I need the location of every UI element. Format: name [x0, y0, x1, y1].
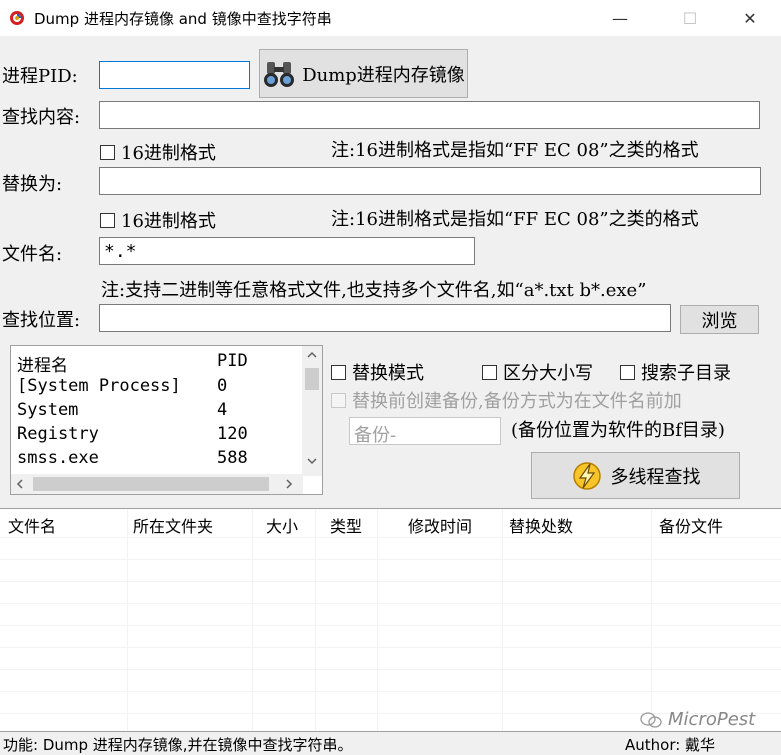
multithread-search-label: 多线程查找: [610, 466, 701, 488]
replace-input[interactable]: [99, 167, 761, 195]
column-header-backup-file[interactable]: 备份文件: [659, 513, 723, 537]
column-separator: [502, 509, 503, 731]
process-list[interactable]: 进程名 PID [System Process] 0 System 4 Regi…: [10, 345, 323, 495]
column-header-type[interactable]: 类型: [330, 513, 362, 537]
process-horizontal-scrollbar[interactable]: [11, 474, 303, 494]
search-label: 查找内容:: [2, 107, 81, 128]
search-hex-check-box[interactable]: [100, 144, 115, 160]
row-divider: [0, 581, 781, 582]
row-divider: [0, 625, 781, 626]
column-header-modified[interactable]: 修改时间: [408, 513, 472, 537]
process-row-pid[interactable]: 0: [217, 376, 227, 396]
title-bar: Dump 进程内存镜像 and 镜像中查找字符串 — ☐ ✕: [0, 0, 781, 36]
horizontal-scrollbar-graphic: [16, 477, 293, 491]
maximize-button[interactable]: ☐: [667, 0, 713, 36]
status-author-text: Author: 戴华: [625, 736, 716, 754]
column-separator: [651, 509, 652, 731]
watermark-text: MicroPest: [668, 709, 756, 730]
location-input[interactable]: [99, 304, 671, 332]
status-bar: 功能: Dump 进程内存镜像,并在镜像中查找字符串。 Author: 戴华: [0, 732, 781, 755]
dump-button-label: Dump进程内存镜像: [302, 64, 465, 86]
lightning-icon: [572, 461, 601, 490]
status-function-text: 功能: Dump 进程内存镜像,并在镜像中查找字符串。: [3, 736, 353, 754]
column-separator: [315, 509, 316, 731]
binoculars-icon: [264, 61, 295, 87]
backup-checkbox[interactable]: 替换前创建备份,备份方式为在文件名前加: [331, 387, 682, 413]
row-divider: [0, 691, 781, 692]
replace-hex-checkbox[interactable]: 16进制格式: [100, 207, 216, 233]
column-separator: [377, 509, 378, 731]
case-sensitive-label: 区分大小写: [503, 363, 593, 384]
backup-label: 替换前创建备份,备份方式为在文件名前加: [352, 391, 682, 412]
vertical-scrollbar-graphic: [305, 351, 319, 465]
replace-hex-note: 注:16进制格式是指如“FF EC 08”之类的格式: [331, 209, 699, 230]
search-subdirs-checkbox[interactable]: 搜索子目录: [620, 359, 731, 385]
search-hex-checkbox[interactable]: 16进制格式: [100, 139, 216, 165]
location-label: 查找位置:: [2, 310, 81, 331]
app-icon: [10, 11, 24, 25]
browse-button[interactable]: 浏览: [680, 305, 759, 334]
search-hex-label: 16进制格式: [121, 143, 216, 164]
row-divider: [0, 603, 781, 604]
process-row-pid[interactable]: 120: [217, 424, 248, 444]
backup-check-box[interactable]: [331, 392, 346, 408]
backup-note: (备份位置为软件的Bf目录): [511, 420, 725, 441]
replace-mode-check-box[interactable]: [331, 364, 346, 380]
row-divider: [0, 647, 781, 648]
search-input[interactable]: [99, 101, 760, 129]
pid-input[interactable]: [99, 61, 250, 89]
row-divider: [0, 669, 781, 670]
process-row-name[interactable]: [System Process]: [17, 376, 181, 396]
replace-mode-label: 替换模式: [352, 363, 424, 384]
window-title: Dump 进程内存镜像 and 镜像中查找字符串: [34, 10, 332, 28]
replace-label: 替换为:: [2, 174, 63, 195]
process-vertical-scrollbar[interactable]: [302, 346, 322, 476]
row-divider: [0, 537, 781, 538]
process-row-name[interactable]: System: [17, 400, 78, 420]
filename-note: 注:支持二进制等任意格式文件,也支持多个文件名,如“a*.txt b*.exe”: [101, 280, 647, 301]
column-separator: [127, 509, 128, 731]
process-row-pid[interactable]: 4: [217, 400, 227, 420]
results-table[interactable]: 文件名 所在文件夹 大小 类型 修改时间 替换处数 备份文件 MicroPest: [0, 508, 781, 732]
replace-hex-label: 16进制格式: [121, 211, 216, 232]
process-header-name[interactable]: 进程名: [17, 351, 68, 376]
filename-input[interactable]: *.*: [99, 237, 475, 265]
pid-label: 进程PID:: [2, 66, 78, 87]
backup-prefix-input[interactable]: 备份-: [349, 417, 501, 445]
column-separator: [252, 509, 253, 731]
column-header-filename[interactable]: 文件名: [8, 513, 56, 537]
search-subdirs-label: 搜索子目录: [641, 363, 731, 384]
case-sensitive-check-box[interactable]: [482, 364, 497, 380]
chat-icon: [640, 711, 662, 728]
process-header-pid[interactable]: PID: [217, 351, 248, 371]
filename-label: 文件名:: [2, 244, 63, 265]
column-header-size[interactable]: 大小: [266, 513, 298, 537]
minimize-button[interactable]: —: [597, 0, 643, 36]
row-divider: [0, 559, 781, 560]
search-subdirs-check-box[interactable]: [620, 364, 635, 380]
process-row-name[interactable]: smss.exe: [17, 448, 99, 468]
close-button[interactable]: ✕: [727, 0, 773, 36]
process-row-pid[interactable]: 588: [217, 448, 248, 468]
process-row-name[interactable]: Registry: [17, 424, 99, 444]
column-header-replace-count[interactable]: 替换处数: [509, 513, 573, 537]
replace-hex-check-box[interactable]: [100, 212, 115, 228]
replace-mode-checkbox[interactable]: 替换模式: [331, 359, 424, 385]
search-hex-note: 注:16进制格式是指如“FF EC 08”之类的格式: [331, 140, 699, 161]
dump-button[interactable]: Dump进程内存镜像: [259, 49, 468, 98]
watermark: MicroPest: [640, 709, 755, 730]
multithread-search-button[interactable]: 多线程查找: [531, 452, 740, 499]
column-header-folder[interactable]: 所在文件夹: [133, 513, 213, 537]
case-sensitive-checkbox[interactable]: 区分大小写: [482, 359, 593, 385]
